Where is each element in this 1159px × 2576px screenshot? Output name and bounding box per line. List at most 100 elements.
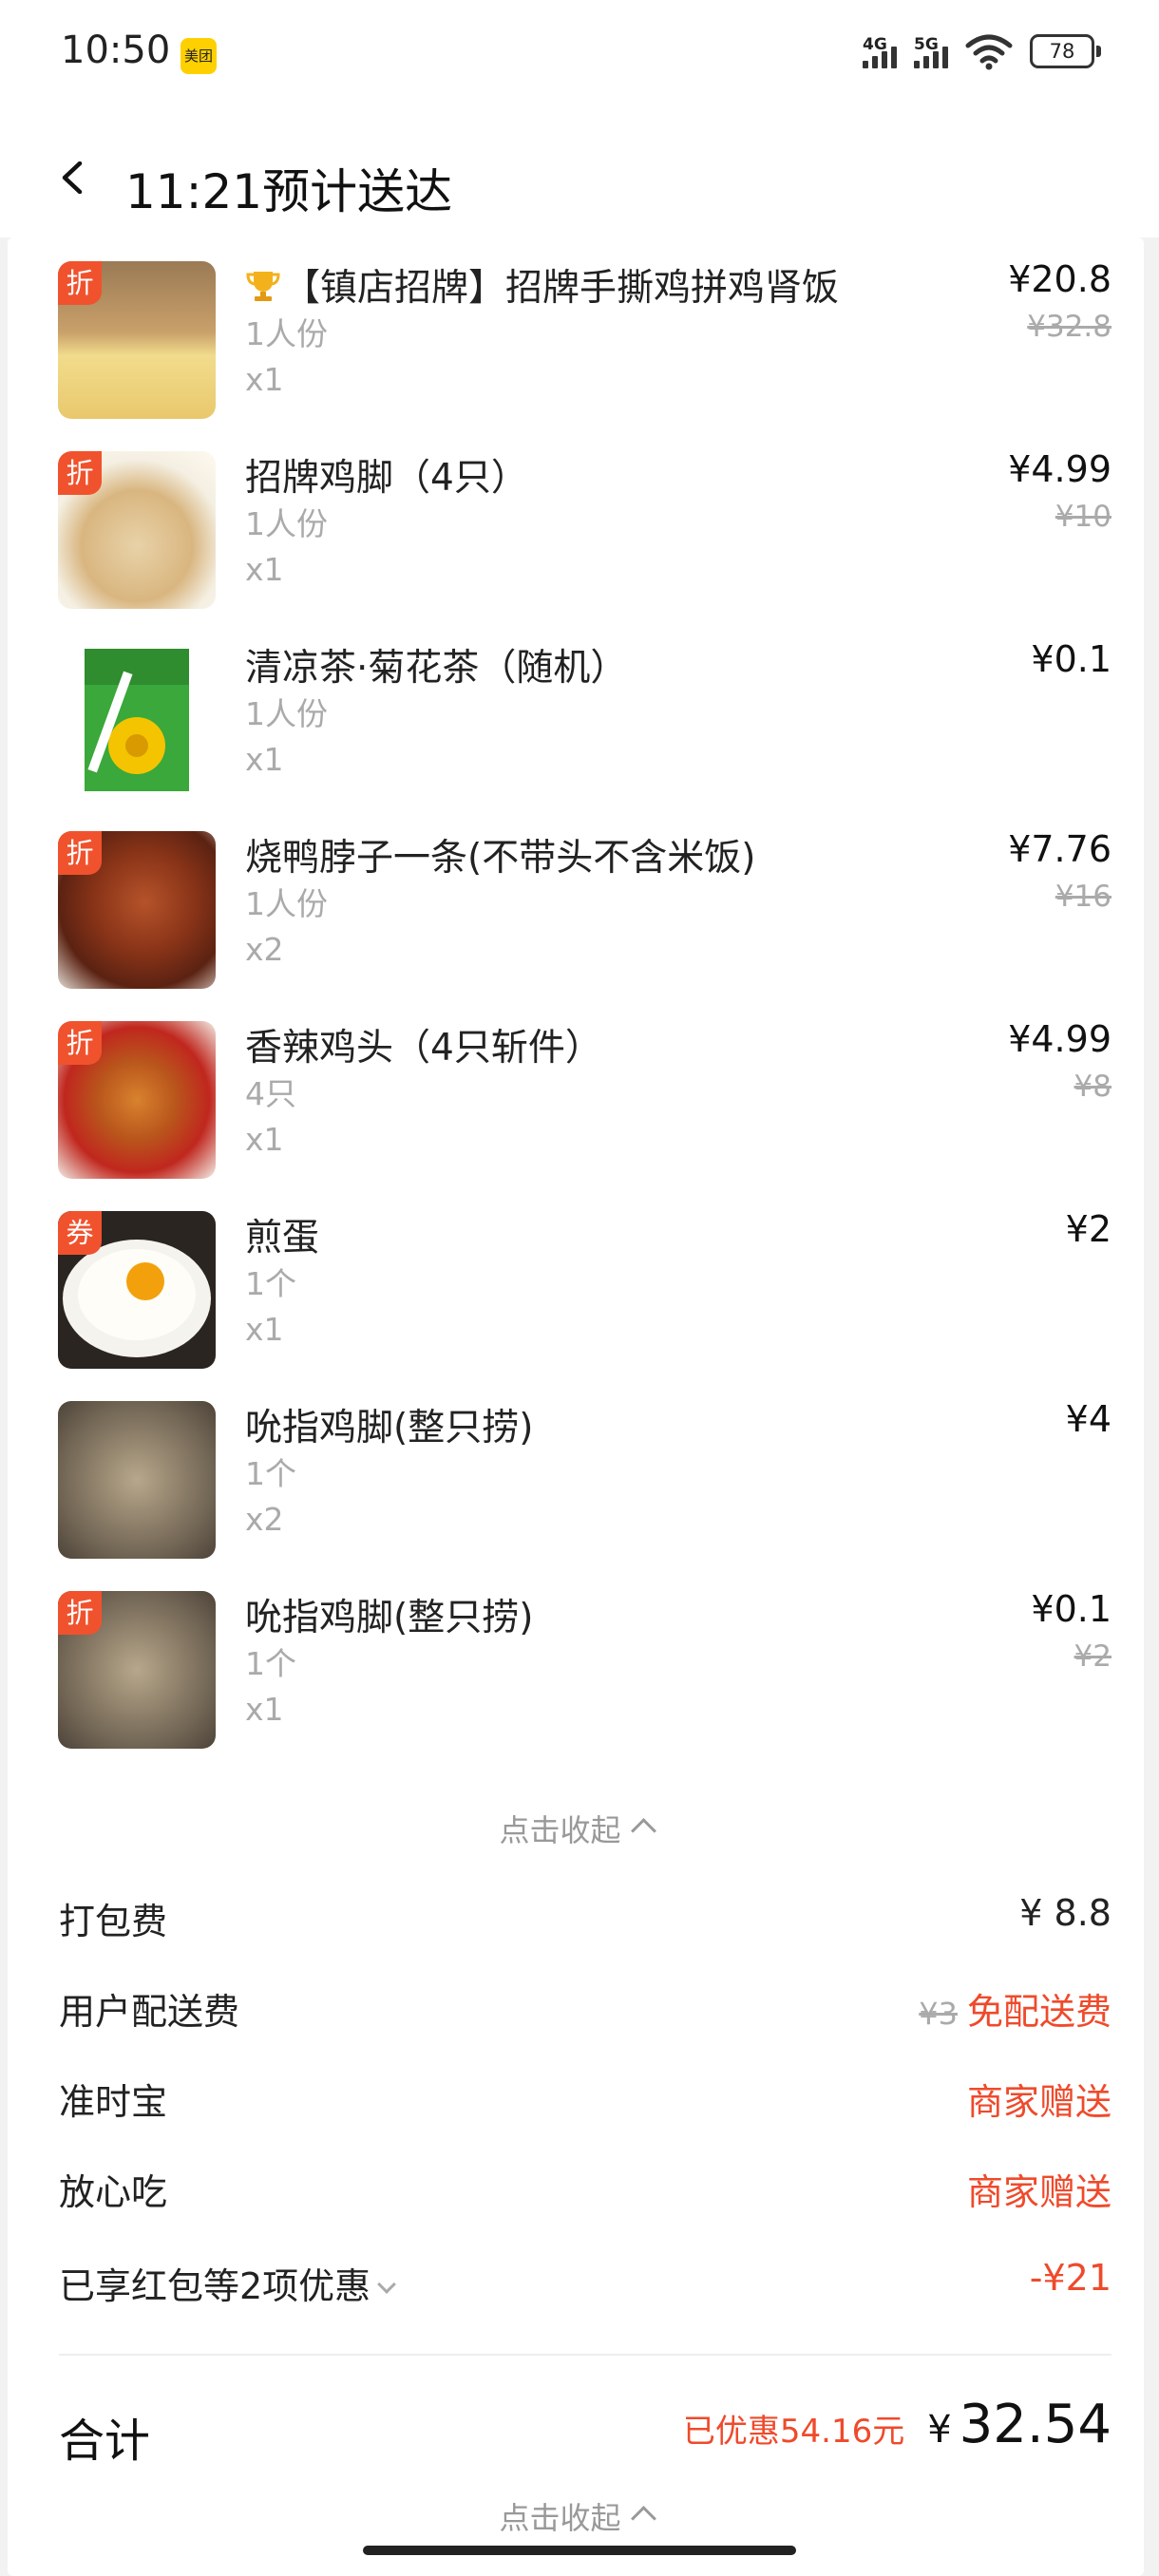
ontime-guarantee-label: 准时宝 <box>59 2081 168 2123</box>
total-amount: ¥32.54 <box>927 2394 1112 2455</box>
chevron-up-icon <box>630 1818 656 1844</box>
item-name: 烧鸭脖子一条(不带头不含米饭) <box>245 837 756 880</box>
item-spec: 1个 <box>245 1645 296 1682</box>
discount-value: -¥21 <box>1029 2257 1112 2299</box>
signal-5g-icon: 5G <box>914 35 948 68</box>
item-original-price: ¥16 <box>1054 880 1112 914</box>
total-label: 合计 <box>59 2415 151 2468</box>
item-price: ¥7.76 <box>1008 828 1112 870</box>
meituan-app-icon: 美团 <box>180 38 217 74</box>
discount-row[interactable]: 已享红包等2项优惠 -¥21 <box>8 2257 1144 2314</box>
item-price: ¥2 <box>1065 1208 1112 1250</box>
item-spec: 1人份 <box>245 315 328 352</box>
delivery-fee-value: ¥3 免配送费 <box>919 1982 1112 2035</box>
item-name: 清凉茶·菊花茶（随机） <box>245 647 628 690</box>
delivery-fee-label: 用户配送费 <box>59 1991 240 2033</box>
food-image: 折 <box>58 831 216 989</box>
item-price: ¥0.1 <box>1031 1588 1112 1630</box>
item-spec: 1人份 <box>245 695 328 732</box>
food-image: 折 <box>58 1021 216 1179</box>
order-item[interactable]: 折 招牌鸡脚（4只） 1人份 x1 ¥4.99 ¥10 <box>8 427 1144 617</box>
status-time: 10:50 <box>61 28 171 72</box>
order-item[interactable]: 券 煎蛋 1个 x1 ¥2 <box>8 1187 1144 1377</box>
total-summary: 已优惠54.16元 ¥32.54 <box>683 2394 1112 2455</box>
item-name: 招牌鸡脚（4只） <box>245 457 528 500</box>
item-price: ¥4.99 <box>1008 448 1112 490</box>
item-price: ¥20.8 <box>1008 258 1112 300</box>
packing-fee-label: 打包费 <box>59 1901 168 1942</box>
item-original-price: ¥32.8 <box>1027 310 1112 344</box>
item-quantity: x1 <box>245 1121 284 1158</box>
item-name: 吮指鸡脚(整只捞) <box>245 1597 534 1639</box>
packing-fee-row: 打包费 ¥ 8.8 <box>8 1892 1144 1949</box>
item-name: 煎蛋 <box>245 1217 320 1260</box>
packing-fee-value: ¥ 8.8 <box>1019 1892 1112 1934</box>
collapse-label: 点击收起 <box>499 2500 621 2532</box>
wifi-icon <box>965 34 1013 70</box>
item-quantity: x1 <box>245 361 284 398</box>
item-price: ¥4.99 <box>1008 1018 1112 1060</box>
item-name-text: 【镇店招牌】招牌手撕鸡拼鸡肾饭 <box>283 267 840 310</box>
total-amount-value: 32.54 <box>959 2394 1112 2455</box>
network-4g-label: 4G <box>863 34 887 54</box>
food-image: 券 <box>58 1211 216 1369</box>
collapse-details-button[interactable]: 点击收起 <box>8 2494 1144 2532</box>
order-item[interactable]: 折 吮指鸡脚(整只捞) 1个 x1 ¥0.1 ¥2 <box>8 1567 1144 1757</box>
page-title: 11:21预计送达 <box>125 164 453 219</box>
item-name: 吮指鸡脚(整只捞) <box>245 1407 534 1449</box>
tea-carton-image <box>85 649 189 791</box>
trophy-icon <box>246 272 280 301</box>
order-detail-card: 折 【镇店招牌】招牌手撕鸡拼鸡肾饭 1人份 x1 ¥20.8 ¥32.8 折 招… <box>8 237 1144 2576</box>
back-arrow-icon[interactable] <box>57 161 89 194</box>
food-safety-row: 放心吃 商家赠送 <box>8 2163 1144 2220</box>
coupon-badge: 券 <box>58 1211 102 1255</box>
item-price: ¥0.1 <box>1031 638 1112 680</box>
item-price: ¥4 <box>1065 1398 1112 1440</box>
divider <box>59 2354 1112 2356</box>
ontime-guarantee-row: 准时宝 商家赠送 <box>8 2073 1144 2130</box>
discount-label[interactable]: 已享红包等2项优惠 <box>59 2257 397 2309</box>
chevron-up-icon <box>630 2506 656 2531</box>
discount-badge: 折 <box>58 831 102 875</box>
saved-amount: 已优惠54.16元 <box>682 2413 905 2451</box>
item-original-price: ¥8 <box>1074 1070 1112 1104</box>
item-spec: 1个 <box>245 1265 296 1302</box>
delivery-original-fee: ¥3 <box>919 1996 958 2032</box>
item-spec: 1个 <box>245 1455 296 1492</box>
item-quantity: x1 <box>245 551 284 588</box>
item-original-price: ¥10 <box>1054 500 1112 534</box>
order-item[interactable]: 折 【镇店招牌】招牌手撕鸡拼鸡肾饭 1人份 x1 ¥20.8 ¥32.8 <box>8 237 1144 427</box>
item-spec: 1人份 <box>245 885 328 922</box>
order-item[interactable]: 吮指鸡脚(整只捞) 1个 x2 ¥4 <box>8 1377 1144 1567</box>
item-original-price: ¥2 <box>1074 1639 1112 1674</box>
food-image <box>58 1401 216 1559</box>
collapse-items-button[interactable]: 点击收起 <box>8 1807 1144 1850</box>
ontime-guarantee-value: 商家赠送 <box>966 2081 1112 2123</box>
food-safety-value: 商家赠送 <box>966 2171 1112 2213</box>
food-image: 折 <box>58 261 216 419</box>
food-image <box>58 641 216 799</box>
item-name: 【镇店招牌】招牌手撕鸡拼鸡肾饭 <box>245 258 839 312</box>
order-item[interactable]: 清凉茶·菊花茶（随机） 1人份 x1 ¥0.1 <box>8 617 1144 807</box>
item-quantity: x1 <box>245 1691 284 1728</box>
collapse-label: 点击收起 <box>499 1812 621 1848</box>
item-quantity: x2 <box>245 1501 284 1538</box>
item-spec: 1人份 <box>245 505 328 542</box>
item-quantity: x2 <box>245 931 284 968</box>
battery-icon: 78 <box>1030 34 1101 68</box>
status-indicators: 4G 5G 78 <box>863 32 1101 70</box>
item-quantity: x1 <box>245 1311 284 1348</box>
discount-badge: 折 <box>58 261 102 305</box>
food-image: 折 <box>58 1591 216 1749</box>
currency-symbol: ¥ <box>927 2408 952 2452</box>
food-image: 折 <box>58 451 216 609</box>
order-item[interactable]: 折 烧鸭脖子一条(不带头不含米饭) 1人份 x2 ¥7.76 ¥16 <box>8 807 1144 997</box>
home-indicator[interactable] <box>363 2546 796 2555</box>
order-item[interactable]: 折 香辣鸡头（4只斩件） 4只 x1 ¥4.99 ¥8 <box>8 997 1144 1187</box>
discount-label-text: 已享红包等2项优惠 <box>59 2265 371 2307</box>
discount-badge: 折 <box>58 1021 102 1065</box>
status-bar: 10:50 美团 4G 5G 78 <box>0 0 1159 114</box>
item-quantity: x1 <box>245 741 284 778</box>
discount-badge: 折 <box>58 1591 102 1635</box>
discount-badge: 折 <box>58 451 102 495</box>
